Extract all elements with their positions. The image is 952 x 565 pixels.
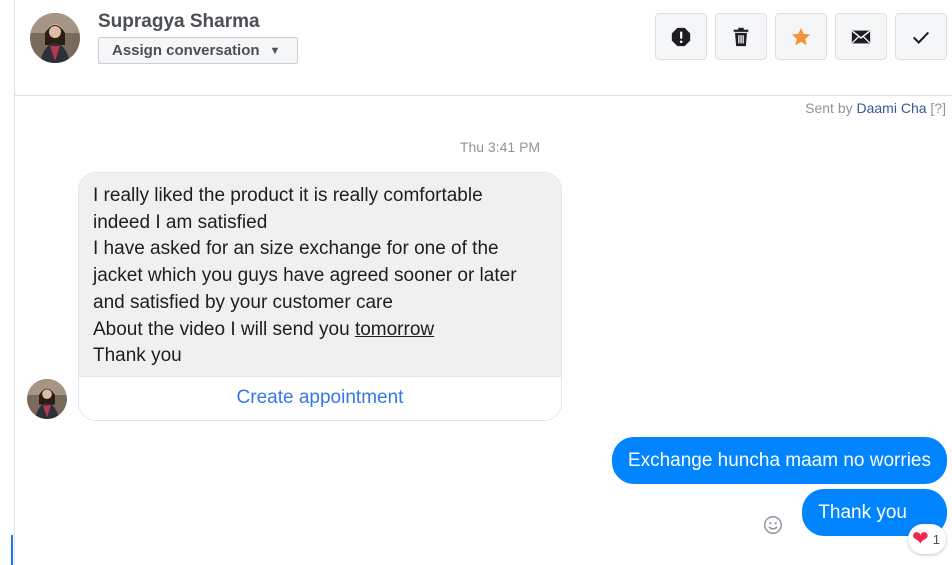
message-line: I really liked the product it is really …: [93, 185, 483, 206]
add-reaction-icon[interactable]: [762, 514, 784, 536]
reaction-badge[interactable]: ❤ 1: [908, 524, 946, 554]
delete-button[interactable]: [715, 13, 767, 60]
assign-conversation-label: Assign conversation: [112, 42, 260, 59]
heart-icon: ❤: [912, 528, 929, 550]
trash-icon: [733, 27, 749, 46]
underlined-word: tomorrow: [354, 318, 435, 340]
mark-unread-button[interactable]: [835, 13, 887, 60]
message-line-video: About the video I will send you tomorrow: [93, 317, 547, 344]
agent-name-link[interactable]: Daami Cha: [857, 100, 927, 116]
mark-done-button[interactable]: [895, 13, 947, 60]
contact-name: Supragya Sharma: [98, 11, 260, 32]
outgoing-message-text: Exchange huncha maam no worries: [627, 449, 931, 471]
sent-by-info: Sent by Daami Cha [?]: [805, 100, 946, 116]
assign-conversation-button[interactable]: Assign conversation ▼: [98, 37, 298, 64]
outgoing-message: Exchange huncha maam no worries: [611, 437, 947, 484]
help-link[interactable]: [?]: [930, 100, 946, 116]
outgoing-message-text: Thank you: [818, 501, 907, 523]
incoming-message-text: I really liked the product it is really …: [79, 173, 561, 376]
star-icon: [791, 27, 811, 45]
message-line: indeed I am satisfied: [93, 211, 268, 233]
alert-icon: [671, 27, 691, 46]
reaction-count: 1: [932, 531, 940, 547]
contact-avatar[interactable]: [30, 13, 80, 63]
message-line: Thank you: [93, 345, 182, 367]
video-line-prefix: About the video I will send you: [93, 318, 355, 340]
create-appointment-button[interactable]: Create appointment: [79, 375, 561, 420]
conversation-header: Supragya Sharma Assign conversation ▼: [15, 0, 952, 96]
conversation-toolbar: [655, 13, 947, 60]
sender-avatar: [27, 379, 67, 419]
star-button[interactable]: [775, 13, 827, 60]
message-line: I have asked for an size exchange for on…: [93, 238, 499, 260]
scroll-indicator[interactable]: [11, 535, 13, 565]
message-line: and satisfied by your customer care: [93, 291, 393, 313]
caret-down-icon: ▼: [269, 44, 281, 57]
sent-by-prefix: Sent by: [805, 100, 853, 116]
mark-spam-button[interactable]: [655, 13, 707, 60]
incoming-message: I really liked the product it is really …: [78, 172, 562, 421]
envelope-icon: [851, 29, 871, 43]
message-line: jacket which you guys have agreed sooner…: [93, 265, 517, 287]
message-timestamp: Thu 3:41 PM: [459, 139, 541, 155]
check-icon: [912, 31, 930, 44]
